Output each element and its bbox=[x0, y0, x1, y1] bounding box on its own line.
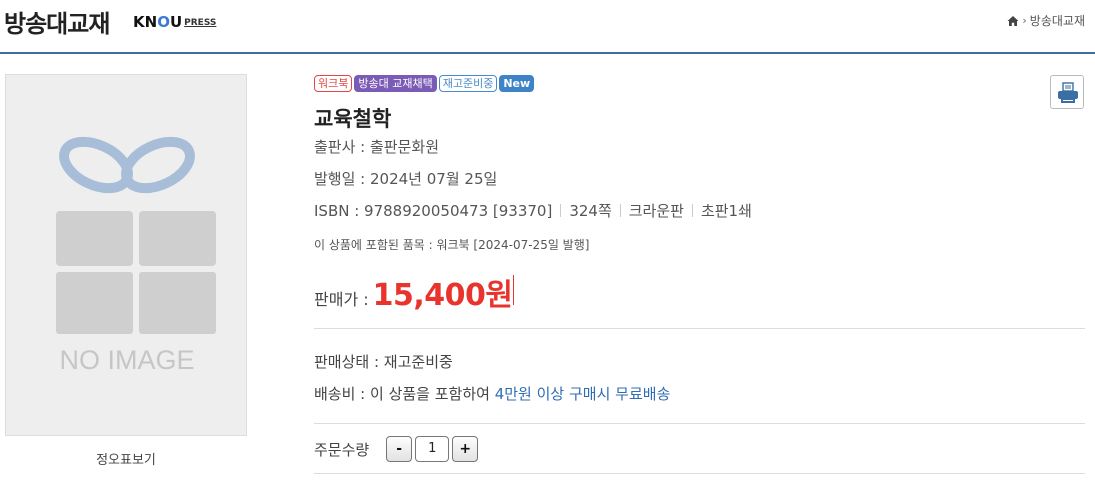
quantity-input[interactable]: 1 bbox=[415, 436, 450, 462]
product-image: NO IMAGE bbox=[5, 74, 247, 436]
home-icon[interactable] bbox=[1007, 15, 1019, 27]
print-button[interactable] bbox=[1050, 75, 1084, 109]
free-shipping-link[interactable]: 4만원 이상 구매시 무료배송 bbox=[495, 385, 671, 403]
breadcrumb: › 방송대교재 bbox=[1007, 12, 1085, 29]
quantity-stepper: 주문수량 - 1 + bbox=[314, 436, 479, 462]
divider bbox=[314, 328, 1085, 329]
isbn-value: 9788920050473 [93370] bbox=[364, 202, 553, 220]
badge-stock-status: 재고준비중 bbox=[438, 75, 498, 92]
edition: 초판1쇄 bbox=[700, 202, 752, 220]
book-format: 크라운판 bbox=[628, 202, 684, 220]
page-header: 방송대교재 KNOU PRESS › 방송대교재 bbox=[0, 0, 1095, 54]
badge-adopted: 방송대 교재채택 bbox=[354, 75, 437, 92]
publisher-line: 출판사 : 출판문화원 bbox=[314, 138, 440, 156]
print-icon bbox=[1058, 82, 1078, 103]
chevron-right-icon: › bbox=[1022, 14, 1027, 27]
quantity-label: 주문수량 bbox=[314, 440, 370, 459]
shipping-line: 배송비 : 이 상품을 포함하여 4만원 이상 구매시 무료배송 bbox=[314, 385, 671, 403]
book-title: 교육철학 bbox=[314, 107, 392, 131]
no-image-text: NO IMAGE bbox=[59, 345, 194, 375]
badge-new: New bbox=[499, 75, 535, 92]
view-errata-link[interactable]: 정오표보기 bbox=[5, 449, 247, 468]
price-value: 15,400원 bbox=[372, 278, 513, 313]
publish-date-line: 발행일 : 2024년 07월 25일 bbox=[314, 170, 498, 188]
gift-placeholder-icon: NO IMAGE bbox=[56, 136, 216, 375]
page-count: 324쪽 bbox=[569, 202, 612, 220]
badge-workbook: 워크북 bbox=[314, 75, 353, 92]
sale-status-value: 재고준비중 bbox=[383, 353, 453, 371]
included-items-note: 이 상품에 포함된 품목 : 워크북 [2024-07-25일 발행] bbox=[314, 238, 590, 252]
breadcrumb-item[interactable]: 방송대교재 bbox=[1030, 12, 1085, 29]
divider bbox=[314, 473, 1085, 474]
quantity-decrease-button[interactable]: - bbox=[386, 436, 413, 462]
publish-date-value: 2024년 07월 25일 bbox=[370, 170, 498, 188]
price-row: 판매가 : 15,400원 bbox=[314, 270, 514, 314]
quantity-increase-button[interactable]: + bbox=[452, 436, 479, 462]
text-cursor bbox=[512, 275, 514, 305]
divider bbox=[314, 423, 1085, 424]
knou-press-logo: KNOU PRESS bbox=[133, 13, 217, 31]
page-title: 방송대교재 bbox=[4, 10, 110, 38]
isbn-line: ISBN : 9788920050473 [93370] 324쪽 크라운판 초판1쇄 bbox=[314, 202, 752, 220]
price-label: 판매가 : bbox=[314, 290, 369, 309]
badge-group: 워크북 방송대 교재채택 재고준비중 New bbox=[314, 75, 535, 92]
sale-status-line: 판매상태 : 재고준비중 bbox=[314, 353, 453, 371]
publisher-value: 출판문화원 bbox=[370, 138, 440, 156]
